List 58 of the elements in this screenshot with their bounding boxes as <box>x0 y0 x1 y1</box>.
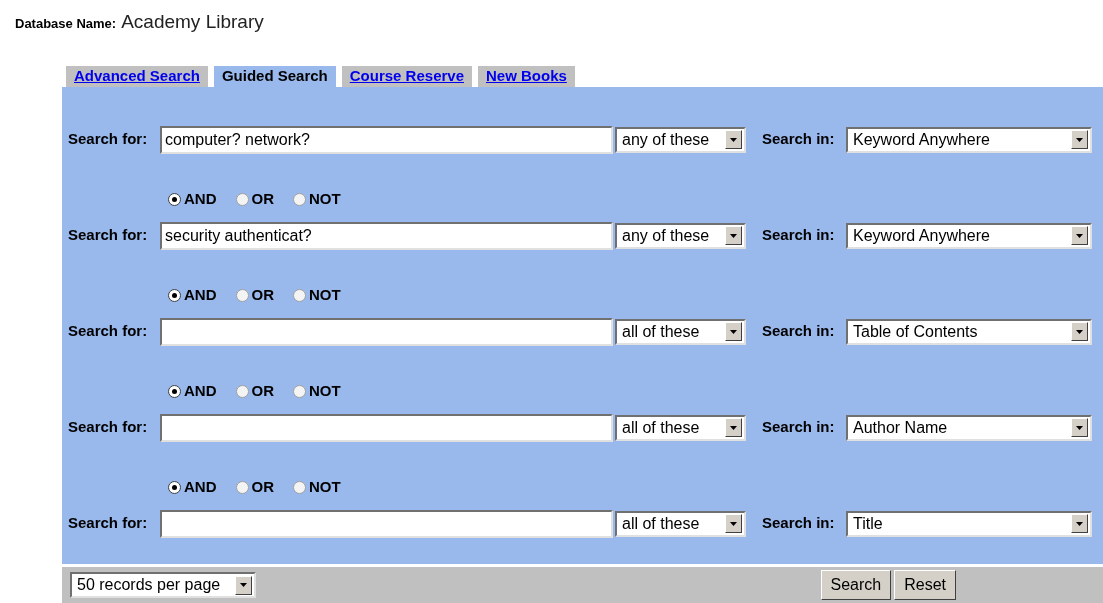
field-dropdown[interactable]: Author Name <box>846 414 1092 441</box>
radio-button[interactable] <box>235 193 249 206</box>
search-for-label: Search for: <box>68 417 149 438</box>
field-dropdown[interactable]: Keyword Anywhere <box>846 222 1092 249</box>
radio-button[interactable] <box>168 289 181 302</box>
match-dropdown[interactable]: all of these <box>615 510 746 537</box>
radio-button[interactable] <box>168 385 181 398</box>
records-per-page-dropdown[interactable]: 50 records per page <box>70 572 256 598</box>
operator-label: OR <box>251 285 274 306</box>
tab[interactable]: Guided Search <box>213 65 336 87</box>
tab[interactable]: New Books <box>478 65 575 87</box>
operator-label: AND <box>184 381 217 402</box>
radio-button[interactable] <box>235 289 249 302</box>
database-label: Database Name: <box>15 15 117 33</box>
radio-button[interactable] <box>293 385 306 398</box>
search-input[interactable] <box>160 317 613 346</box>
radio-button[interactable] <box>168 193 181 206</box>
search-for-label: Search for: <box>68 513 149 534</box>
operator-label: AND <box>184 189 217 210</box>
radio-button[interactable] <box>168 481 181 494</box>
field-dropdown[interactable]: Title <box>846 510 1092 537</box>
operator-label: NOT <box>309 285 341 306</box>
search-in-label: Search in: <box>762 225 836 246</box>
operator-label: OR <box>251 477 274 498</box>
field-dropdown[interactable]: Table of Contents <box>846 318 1092 345</box>
tab[interactable]: Course Reserve <box>341 65 472 87</box>
tab[interactable]: Advanced Search <box>66 65 208 87</box>
search-in-label: Search in: <box>762 321 836 342</box>
form-button[interactable]: Search <box>820 570 892 600</box>
radio-button[interactable] <box>293 481 306 494</box>
operator-label: NOT <box>309 381 341 402</box>
radio-button[interactable] <box>235 385 249 398</box>
operator-label: NOT <box>309 477 341 498</box>
match-dropdown[interactable]: any of these <box>615 126 746 153</box>
search-in-label: Search in: <box>762 129 836 150</box>
radio-button[interactable] <box>293 289 306 302</box>
search-input[interactable] <box>160 509 613 538</box>
match-dropdown[interactable]: all of these <box>615 318 746 345</box>
search-input[interactable]: computer? network? <box>160 125 613 154</box>
match-dropdown[interactable]: any of these <box>615 222 746 249</box>
field-dropdown[interactable]: Keyword Anywhere <box>846 126 1092 153</box>
operator-label: AND <box>184 285 217 306</box>
operator-label: AND <box>184 477 217 498</box>
operator-label: OR <box>251 189 274 210</box>
operator-label: OR <box>251 381 274 402</box>
search-for-label: Search for: <box>68 321 149 342</box>
search-input[interactable]: security authenticat? <box>160 221 613 250</box>
match-dropdown[interactable]: all of these <box>615 414 746 441</box>
database-name: Academy Library <box>121 10 264 34</box>
search-input[interactable] <box>160 413 613 442</box>
radio-button[interactable] <box>293 193 306 206</box>
search-in-label: Search in: <box>762 513 836 534</box>
radio-button[interactable] <box>235 481 249 494</box>
search-for-label: Search for: <box>68 129 149 150</box>
operator-label: NOT <box>309 189 341 210</box>
search-in-label: Search in: <box>762 417 836 438</box>
form-button[interactable]: Reset <box>894 570 956 600</box>
search-for-label: Search for: <box>68 225 149 246</box>
